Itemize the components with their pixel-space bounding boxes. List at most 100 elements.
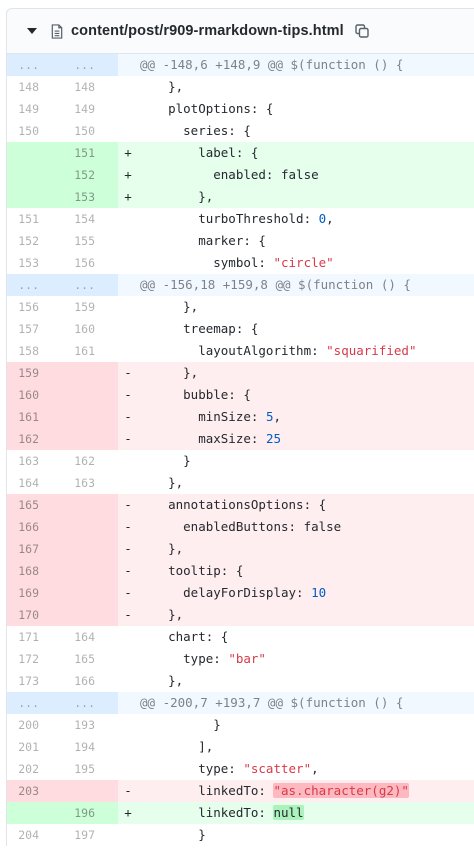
caret-down-icon[interactable]: [27, 28, 37, 34]
diff-marker: [118, 450, 138, 472]
new-line-number[interactable]: 152: [63, 164, 118, 186]
code-token: "scatter": [243, 761, 312, 776]
diff-marker: [118, 274, 140, 296]
new-line-number[interactable]: 195: [63, 758, 118, 780]
new-line-number[interactable]: 166: [63, 670, 118, 692]
new-line-number[interactable]: 194: [63, 736, 118, 758]
new-line-number[interactable]: 149: [63, 98, 118, 120]
new-line-number[interactable]: 154: [63, 208, 118, 230]
hunk-header-text: @@ -156,18 +159,8 @@ $(function () {: [140, 274, 474, 296]
old-line-number[interactable]: 160: [7, 384, 63, 406]
copy-icon[interactable]: [355, 24, 369, 38]
diff-marker: [118, 758, 138, 780]
old-line-number[interactable]: 201: [7, 736, 63, 758]
new-line-number[interactable]: 164: [63, 626, 118, 648]
old-line-number[interactable]: 171: [7, 626, 63, 648]
old-line-number[interactable]: 168: [7, 560, 63, 582]
code-token: enabled:: [138, 167, 281, 182]
old-line-number[interactable]: 163: [7, 450, 63, 472]
new-line-number[interactable]: [63, 406, 118, 428]
old-line-number[interactable]: 156: [7, 296, 63, 318]
new-line-number[interactable]: [63, 582, 118, 604]
new-line-number[interactable]: 151: [63, 142, 118, 164]
old-line-number[interactable]: 200: [7, 714, 63, 736]
old-line-number[interactable]: 158: [7, 340, 63, 362]
old-line-number[interactable]: 161: [7, 406, 63, 428]
diff-marker: [118, 98, 138, 120]
new-line-number[interactable]: 193: [63, 714, 118, 736]
old-line-number[interactable]: [7, 186, 63, 208]
old-line-number[interactable]: 173: [7, 670, 63, 692]
new-line-number[interactable]: [63, 516, 118, 538]
diff-marker: -: [124, 783, 132, 798]
diff-line: 153 + },: [7, 186, 474, 208]
new-line-number[interactable]: 159: [63, 296, 118, 318]
old-line-number[interactable]: 170: [7, 604, 63, 626]
expand-hunk-button[interactable]: ...: [7, 692, 63, 714]
new-line-number[interactable]: [63, 538, 118, 560]
new-line-number[interactable]: [63, 604, 118, 626]
new-line-number[interactable]: [63, 780, 118, 802]
code-token: marker: {: [138, 233, 266, 248]
old-line-number[interactable]: [7, 802, 63, 824]
new-line-number[interactable]: 156: [63, 252, 118, 274]
code-token: annotationsOptions: {: [138, 497, 327, 512]
old-line-number[interactable]: 203: [7, 780, 63, 802]
old-line-number[interactable]: 159: [7, 362, 63, 384]
new-line-number[interactable]: 161: [63, 340, 118, 362]
new-line-number[interactable]: 150: [63, 120, 118, 142]
new-line-number[interactable]: 163: [63, 472, 118, 494]
file-header: content/post/r909-rmarkdown-tips.html: [6, 8, 474, 54]
new-line-number[interactable]: 160: [63, 318, 118, 340]
old-line-number[interactable]: 152: [7, 230, 63, 252]
diff-line: 170 - },: [7, 604, 474, 626]
old-line-number[interactable]: 150: [7, 120, 63, 142]
expand-hunk-button[interactable]: ...: [63, 54, 118, 76]
old-line-number[interactable]: 148: [7, 76, 63, 98]
old-line-number[interactable]: 157: [7, 318, 63, 340]
hunk-header-row: ...... @@ -148,6 +148,9 @@ $(function () …: [7, 54, 474, 76]
expand-hunk-button[interactable]: ...: [63, 274, 118, 296]
diff-marker: [118, 824, 138, 846]
old-line-number[interactable]: 165: [7, 494, 63, 516]
old-line-number[interactable]: [7, 142, 63, 164]
old-line-number[interactable]: 153: [7, 252, 63, 274]
new-line-number[interactable]: 196: [63, 802, 118, 824]
expand-hunk-button[interactable]: ...: [7, 274, 63, 296]
new-line-number[interactable]: [63, 428, 118, 450]
diff-line: 204 197 }: [7, 824, 474, 846]
diff-line: 200 193 }: [7, 714, 474, 736]
diff-marker: -: [124, 365, 132, 380]
expand-hunk-button[interactable]: ...: [63, 692, 118, 714]
code-token: },: [138, 475, 184, 490]
new-line-number[interactable]: [63, 494, 118, 516]
old-line-number[interactable]: 166: [7, 516, 63, 538]
old-line-number[interactable]: 172: [7, 648, 63, 670]
code-token: "squarified": [326, 343, 417, 358]
old-line-number[interactable]: 149: [7, 98, 63, 120]
old-line-number[interactable]: 162: [7, 428, 63, 450]
new-line-number[interactable]: 155: [63, 230, 118, 252]
new-line-number[interactable]: [63, 384, 118, 406]
new-line-number[interactable]: 148: [63, 76, 118, 98]
old-line-number[interactable]: 169: [7, 582, 63, 604]
new-line-number[interactable]: 153: [63, 186, 118, 208]
diff-line: 156 159 },: [7, 296, 474, 318]
code-token: },: [138, 299, 199, 314]
expand-hunk-button[interactable]: ...: [7, 54, 63, 76]
code-text: }: [138, 824, 474, 846]
old-line-number[interactable]: 164: [7, 472, 63, 494]
old-line-number[interactable]: 202: [7, 758, 63, 780]
old-line-number[interactable]: 204: [7, 824, 63, 846]
code-token: false: [303, 519, 342, 534]
old-line-number[interactable]: [7, 164, 63, 186]
new-line-number[interactable]: 165: [63, 648, 118, 670]
file-path[interactable]: content/post/r909-rmarkdown-tips.html: [71, 23, 344, 39]
code-token: ],: [138, 739, 214, 754]
new-line-number[interactable]: 162: [63, 450, 118, 472]
new-line-number[interactable]: [63, 560, 118, 582]
new-line-number[interactable]: 197: [63, 824, 118, 846]
new-line-number[interactable]: [63, 362, 118, 384]
old-line-number[interactable]: 151: [7, 208, 63, 230]
old-line-number[interactable]: 167: [7, 538, 63, 560]
